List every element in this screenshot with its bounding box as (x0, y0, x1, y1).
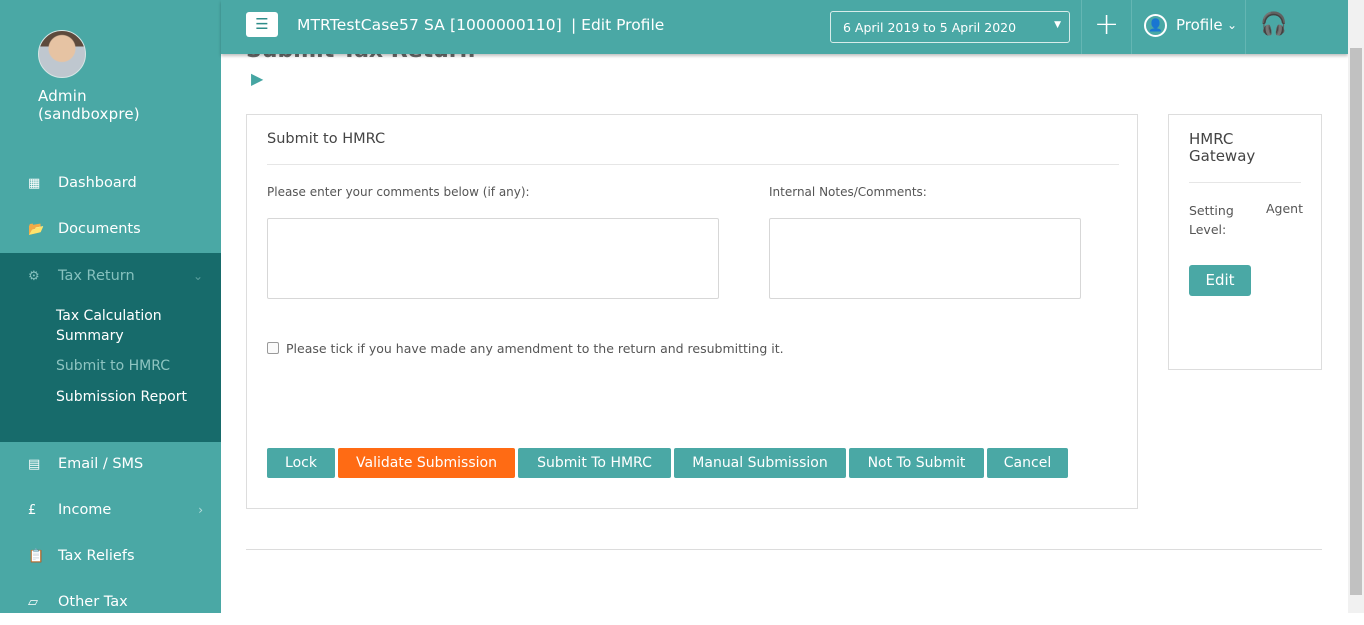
sidebar-item-income[interactable]: £ Income › (0, 487, 221, 533)
chevron-down-icon: ⌄ (192, 269, 203, 283)
hmrc-gateway-title: HMRC Gateway (1189, 130, 1256, 165)
setting-level-value: Agent (1266, 201, 1303, 216)
submit-panel: Submit to HMRC Please enter your comment… (246, 114, 1138, 509)
comments-textarea[interactable] (267, 218, 719, 299)
amendment-checkbox[interactable] (267, 342, 279, 354)
divider (1131, 0, 1132, 54)
not-to-submit-button[interactable]: Not To Submit (849, 448, 984, 478)
tax-return-submenu: ⚙ Tax Return ⌄ Tax Calculation Summary S… (0, 253, 221, 442)
user-name: Admin (sandboxpre) (38, 87, 140, 123)
sidebar-item-documents[interactable]: 📂 Documents (0, 206, 221, 252)
other-tax-icon: ▱ (28, 594, 38, 610)
sidebar-item-email-sms[interactable]: ▤ Email / SMS (0, 441, 221, 487)
headset-icon[interactable]: 🎧 (1260, 12, 1287, 40)
sidebar-item-label: Tax Return (58, 268, 135, 284)
sidebar: Admin (sandboxpre) ▦ Dashboard 📂 Documen… (0, 0, 221, 613)
sidebar-item-tax-reliefs[interactable]: 📋 Tax Reliefs (0, 533, 221, 579)
internal-notes-textarea[interactable] (769, 218, 1081, 299)
document-help-icon[interactable]: ▶ (251, 69, 263, 88)
divider (1189, 182, 1301, 183)
divider (1081, 0, 1082, 54)
profile-menu[interactable]: Profile (1176, 16, 1223, 34)
sidebar-item-other-tax[interactable]: ▱ Other Tax (0, 579, 221, 625)
avatar[interactable] (38, 30, 86, 78)
sidebar-item-label: Tax Reliefs (58, 548, 135, 564)
cancel-button[interactable]: Cancel (987, 448, 1068, 478)
sidebar-subitem-submission-report[interactable]: Submission Report (56, 387, 187, 407)
scrollbar-thumb[interactable] (1350, 48, 1362, 595)
chevron-down-icon[interactable]: ⌄ (1227, 18, 1237, 32)
edit-profile-link[interactable]: | Edit Profile (571, 16, 664, 34)
tax-period-select[interactable]: 6 April 2019 to 5 April 2020 ▼ (830, 11, 1070, 43)
clipboard-icon: 📋 (28, 548, 45, 564)
top-bar: ☰ MTRTestCase57 SA [1000000110] | Edit P… (221, 0, 1348, 54)
client-name: MTRTestCase57 SA [1000000110] (297, 16, 562, 34)
sidebar-item-label: Documents (58, 221, 141, 237)
divider (267, 164, 1119, 165)
hmrc-gateway-panel: HMRC Gateway Setting Level: Agent Edit (1168, 114, 1322, 370)
sidebar-item-label: Dashboard (58, 175, 137, 191)
gateway-edit-button[interactable]: Edit (1189, 265, 1251, 296)
caret-down-icon: ▼ (1054, 20, 1061, 30)
sidebar-item-label: Email / SMS (58, 456, 144, 472)
setting-level-label: Setting Level: (1189, 203, 1234, 237)
dashboard-icon: ▦ (28, 175, 41, 191)
comments-label: Please enter your comments below (if any… (267, 185, 530, 199)
tax-period-value: 6 April 2019 to 5 April 2020 (843, 20, 1017, 35)
add-icon[interactable]: + (1094, 7, 1119, 43)
documents-icon: 📂 (28, 221, 45, 237)
sidebar-subitem-submit-to-hmrc[interactable]: Submit to HMRC (56, 356, 170, 376)
lock-button[interactable]: Lock (267, 448, 335, 478)
validate-submission-button[interactable]: Validate Submission (338, 448, 515, 478)
sidebar-item-tax-return[interactable]: ⚙ Tax Return ⌄ (0, 253, 221, 299)
user-icon[interactable]: 👤 (1144, 14, 1167, 37)
sidebar-item-label: Other Tax (58, 594, 128, 610)
menu-toggle-button[interactable]: ☰ (246, 12, 278, 37)
divider (1245, 0, 1246, 54)
amendment-label: Please tick if you have made any amendme… (286, 341, 784, 356)
tax-return-icon: ⚙ (28, 268, 40, 284)
pound-icon: £ (28, 502, 37, 518)
panel-title: Submit to HMRC (267, 131, 386, 147)
footer-divider (246, 549, 1322, 550)
email-icon: ▤ (28, 456, 41, 472)
internal-notes-label: Internal Notes/Comments: (769, 185, 927, 199)
sidebar-item-dashboard[interactable]: ▦ Dashboard (0, 160, 221, 206)
sidebar-item-label: Income (58, 502, 112, 518)
manual-submission-button[interactable]: Manual Submission (674, 448, 846, 478)
sidebar-subitem-tax-calculation-summary[interactable]: Tax Calculation Summary (56, 306, 162, 346)
chevron-right-icon: › (198, 503, 203, 517)
submit-to-hmrc-button[interactable]: Submit To HMRC (518, 448, 671, 478)
